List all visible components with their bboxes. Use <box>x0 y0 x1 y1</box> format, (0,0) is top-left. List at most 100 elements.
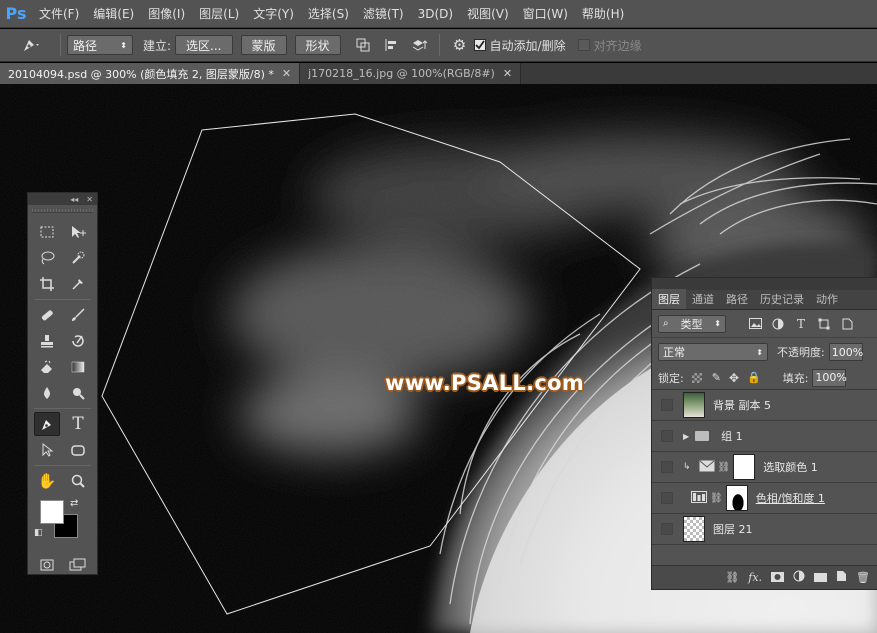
hand-tool[interactable]: ✋ <box>34 469 60 493</box>
layer-row[interactable]: 背景 副本 5 <box>652 390 877 421</box>
menu-type[interactable]: 文字(Y) <box>246 0 301 28</box>
pen-mode-select[interactable]: 路径 ⬍ <box>67 35 133 55</box>
toolbox-grip[interactable] <box>32 209 93 213</box>
tab-history[interactable]: 历史记录 <box>754 289 810 309</box>
fill-input[interactable]: 100% <box>812 368 847 387</box>
default-colors-icon[interactable]: ◧ <box>34 528 43 538</box>
history-brush-icon <box>72 335 84 347</box>
tab-document-2[interactable]: j170218_16.jpg @ 100%(RGB/8#) ✕ <box>300 63 522 84</box>
tab-document-1[interactable]: 20104094.psd @ 300% (颜色填充 2, 图层蒙版/8) * ✕ <box>0 63 301 84</box>
screen-mode-button[interactable] <box>65 553 91 577</box>
clone-stamp-tool[interactable] <box>34 329 60 353</box>
auto-add-delete-checkbox[interactable] <box>473 39 486 51</box>
visibility-toggle[interactable] <box>661 430 673 442</box>
adjustment-layer-icon[interactable] <box>793 570 805 585</box>
type-filter-icon[interactable]: T <box>794 317 808 331</box>
menu-view[interactable]: 视图(V) <box>460 0 516 28</box>
path-operations-button[interactable] <box>352 34 374 56</box>
tab-channels[interactable]: 通道 <box>686 289 720 309</box>
visibility-toggle[interactable] <box>661 399 673 411</box>
new-group-icon[interactable] <box>814 573 828 582</box>
link-layers-icon[interactable]: ⛓ <box>725 571 739 584</box>
close-icon[interactable]: ✕ <box>503 67 512 80</box>
path-arrangement-button[interactable] <box>408 34 430 56</box>
blend-mode-select[interactable]: 正常 ⬍ <box>658 343 768 361</box>
layer-row[interactable]: ↳ ⛓ 选取颜色 1 <box>652 452 877 483</box>
gradient-tool[interactable] <box>65 355 91 379</box>
tab-paths[interactable]: 路径 <box>720 289 754 309</box>
toolbox-header: ◂◂ ✕ <box>28 193 97 205</box>
shape-tool[interactable] <box>65 438 91 462</box>
healing-brush-tool[interactable] <box>34 303 60 327</box>
eyedropper-tool[interactable] <box>65 272 91 296</box>
adjustment-filter-icon[interactable] <box>771 317 785 331</box>
document-tabs: 20104094.psd @ 300% (颜色填充 2, 图层蒙版/8) * ✕… <box>0 63 877 84</box>
align-edges-checkbox[interactable] <box>577 39 590 51</box>
foreground-color[interactable] <box>40 500 64 524</box>
menu-edit[interactable]: 编辑(E) <box>86 0 141 28</box>
divider <box>34 299 91 300</box>
menu-select[interactable]: 选择(S) <box>301 0 356 28</box>
trash-icon[interactable]: 🗑 <box>856 571 870 584</box>
menu-3d[interactable]: 3D(D) <box>411 0 460 28</box>
layer-row[interactable]: 图层 21 <box>652 514 877 545</box>
lock-pixels-icon[interactable]: ✎ <box>712 371 721 384</box>
tool-preset-picker[interactable] <box>8 32 54 58</box>
history-brush-tool[interactable] <box>65 329 91 353</box>
expand-arrow-icon[interactable]: ▶ <box>683 432 689 441</box>
lasso-tool[interactable] <box>34 246 60 270</box>
menu-file[interactable]: 文件(F) <box>32 0 86 28</box>
dodge-tool[interactable] <box>65 381 91 405</box>
lock-position-icon[interactable]: ✥ <box>729 371 739 385</box>
make-shape-button[interactable]: 形状 <box>294 35 341 55</box>
layer-style-icon[interactable]: fx. <box>748 571 762 584</box>
layer-row[interactable]: ⛓ 色相/饱和度 1 <box>652 483 877 514</box>
crop-icon <box>40 277 54 291</box>
path-alignment-button[interactable] <box>380 34 402 56</box>
quick-mask-button[interactable] <box>34 553 60 577</box>
close-icon[interactable]: ✕ <box>86 195 93 204</box>
type-tool[interactable]: T <box>65 412 91 436</box>
pen-tool[interactable] <box>34 412 60 436</box>
shape-filter-icon[interactable] <box>817 317 831 331</box>
menu-filter[interactable]: 滤镜(T) <box>356 0 411 28</box>
visibility-toggle[interactable] <box>661 492 673 504</box>
marquee-tool[interactable] <box>34 220 60 244</box>
screen-mode-icon <box>69 558 86 571</box>
visibility-toggle[interactable] <box>661 523 673 535</box>
eraser-tool[interactable] <box>34 355 60 379</box>
lock-transparency-icon[interactable] <box>691 372 702 383</box>
add-mask-icon[interactable] <box>771 571 785 585</box>
make-selection-button[interactable]: 选区... <box>175 35 233 55</box>
menu-layer[interactable]: 图层(L) <box>192 0 246 28</box>
crop-tool[interactable] <box>34 272 60 296</box>
path-options-button[interactable]: ⚙ <box>449 34 471 56</box>
quick-selection-tool[interactable] <box>65 246 91 270</box>
filter-icons: T <box>748 317 854 331</box>
blur-tool[interactable] <box>34 381 60 405</box>
path-selection-tool[interactable] <box>34 438 60 462</box>
filter-type-select[interactable]: ⌕ 类型 ⬍ <box>658 314 726 333</box>
menu-help[interactable]: 帮助(H) <box>575 0 631 28</box>
opacity-input[interactable]: 100% <box>828 343 863 361</box>
make-mask-button[interactable]: 蒙版 <box>240 35 287 55</box>
lock-all-icon[interactable]: 🔒 <box>747 371 761 384</box>
close-icon[interactable]: ✕ <box>282 67 291 80</box>
move-tool[interactable] <box>65 220 91 244</box>
menu-image[interactable]: 图像(I) <box>141 0 192 28</box>
zoom-tool[interactable] <box>65 469 91 493</box>
tab-layers[interactable]: 图层 <box>652 289 686 309</box>
visibility-toggle[interactable] <box>661 461 673 473</box>
layer-row[interactable]: ▶ 组 1 <box>652 421 877 452</box>
layer-list: 背景 副本 5 ▶ 组 1 ↳ ⛓ 选取颜色 1 ⛓ 色相/饱和度 1 图层 2… <box>652 390 877 545</box>
smart-object-filter-icon[interactable] <box>840 317 854 331</box>
image-filter-icon[interactable] <box>748 317 762 331</box>
tab-actions[interactable]: 动作 <box>810 289 844 309</box>
collapse-icon[interactable]: ◂◂ <box>70 195 78 204</box>
menu-window[interactable]: 窗口(W) <box>516 0 575 28</box>
swap-colors-icon[interactable]: ⇄ <box>70 498 78 509</box>
hand-icon: ✋ <box>37 472 57 490</box>
new-layer-icon[interactable] <box>836 570 847 585</box>
folder-icon <box>695 431 710 441</box>
brush-tool[interactable] <box>65 303 91 327</box>
